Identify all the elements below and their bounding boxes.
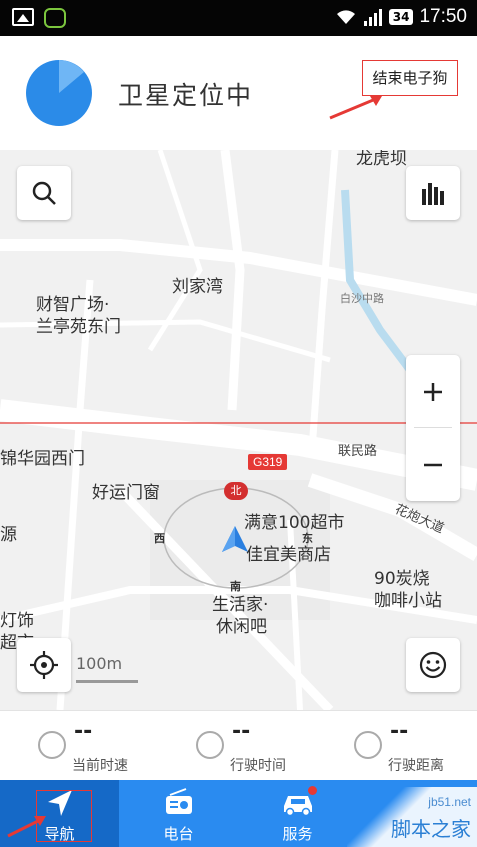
radio-icon [165, 788, 192, 814]
road-minlu: 联民路 [338, 444, 378, 459]
emoji-button[interactable] [406, 638, 460, 692]
distance-icon [354, 731, 382, 759]
car-location-icon [222, 526, 248, 552]
app-notification-icon [44, 8, 66, 28]
minus-icon [424, 463, 442, 466]
plus-icon [424, 382, 442, 401]
gps-progress-icon [26, 60, 92, 126]
smiley-icon [419, 651, 447, 679]
bar-chart-icon [422, 183, 444, 205]
poi-haoyun: 好运门窗 [92, 483, 160, 503]
stat-distance: -- 行驶距离 [354, 711, 477, 781]
compass-north: 北 [224, 482, 248, 500]
poi-manyi: 满意100超市 [244, 513, 345, 533]
watermark-url: jb51.net [428, 795, 471, 809]
stat-speed-value: -- [74, 719, 93, 744]
poi-jiayimei: 佳宜美商店 [246, 545, 331, 565]
stat-time-label: 行驶时间 [230, 758, 286, 774]
tab-radio-label: 电台 [163, 825, 194, 843]
service-badge-dot [308, 786, 317, 795]
watermark-name: 脚本之家 [391, 817, 471, 841]
tab-service-label: 服务 [282, 825, 313, 843]
stat-speed: -- 当前时速 [38, 711, 168, 781]
poi-longhuba: 龙虎坝 [356, 150, 407, 169]
header: 卫星定位中 结束电子狗 [0, 36, 477, 150]
map-scale-label: 100m [76, 654, 123, 673]
gps-status-title: 卫星定位中 [118, 81, 254, 110]
compass-east: 东 [302, 532, 313, 545]
stat-distance-label: 行驶距离 [388, 758, 444, 774]
annotation-arrow-icon [7, 816, 46, 838]
tab-service[interactable]: 服务 [238, 780, 357, 847]
status-right: 34 17:50 [335, 6, 467, 28]
map-scale-bar [76, 680, 138, 683]
highway-badge: G319 [248, 454, 288, 470]
map-stats-button[interactable] [406, 166, 460, 220]
zoom-in-button[interactable] [406, 355, 460, 428]
site-watermark: jb51.net 脚本之家 [347, 787, 477, 847]
stat-time-value: -- [232, 719, 251, 744]
poi-lanting: 兰亭苑东门 [36, 317, 121, 337]
locate-button[interactable] [17, 638, 71, 692]
trip-stats-bar: -- 当前时速 -- 行驶时间 -- 行驶距离 [0, 710, 477, 780]
poi-kafei: 咖啡小站 [374, 591, 442, 611]
stat-speed-label: 当前时速 [72, 758, 128, 774]
poi-yuan: 源 [0, 525, 17, 545]
map-search-button[interactable] [17, 166, 71, 220]
speedometer-icon [38, 731, 66, 759]
stat-time: -- 行驶时间 [196, 711, 326, 781]
stat-distance-value: -- [390, 719, 409, 744]
tab-radio[interactable]: 电台 [119, 780, 238, 847]
clock: 17:50 [419, 6, 467, 27]
wifi-icon [336, 10, 355, 24]
stopwatch-icon [196, 731, 224, 759]
battery-level: 34 [388, 9, 414, 25]
signal-icon [363, 9, 382, 26]
compass-south: 南 [230, 580, 241, 593]
end-e-dog-button[interactable]: 结束电子狗 [362, 60, 458, 96]
poi-xiuxianba: 休闲吧 [216, 617, 267, 637]
compass-west: 西 [154, 532, 165, 545]
gallery-notification-icon [12, 8, 34, 26]
crosshair-icon [30, 651, 58, 679]
status-left [12, 8, 66, 28]
map-view[interactable]: 龙虎坝 刘家湾 财智广场· 兰亭苑东门 锦华园西门 好运门窗 满意100超市 佳… [0, 150, 477, 710]
road-baisha: 白沙中路 [340, 292, 384, 305]
annotation-arrow-icon [329, 96, 382, 120]
zoom-out-button[interactable] [406, 428, 460, 501]
status-bar: 34 17:50 [0, 0, 477, 36]
poi-jinhua: 锦华园西门 [0, 449, 85, 469]
search-icon [32, 181, 56, 205]
zoom-controls [406, 355, 460, 501]
poi-liujiawan: 刘家湾 [172, 277, 223, 297]
